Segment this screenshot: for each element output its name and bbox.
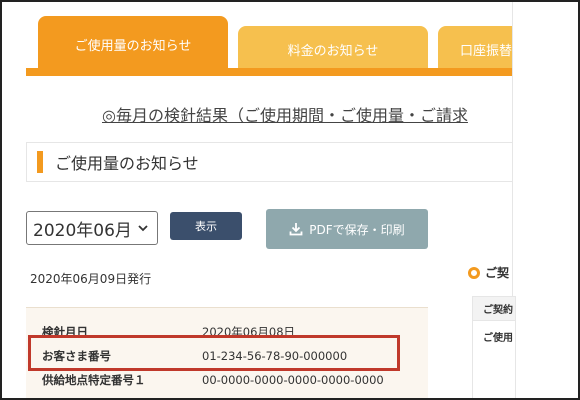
tab-usage-notice-label: ご使用量のお知らせ [74, 38, 192, 54]
show-button-label: 表示 [195, 220, 217, 233]
contract-panel-title: ご契 [468, 264, 509, 281]
contract-panel-title-text: ご契 [485, 266, 510, 280]
right-margin [512, 2, 578, 398]
customer-number-highlight [28, 335, 400, 371]
show-button[interactable]: 表示 [170, 212, 242, 240]
circle-marker-icon [468, 266, 480, 279]
chevron-down-icon [138, 221, 148, 235]
contract-panel: ご契 ご契約 ご使用 [468, 264, 516, 398]
monthly-results-link[interactable]: ◎毎月の検針結果（ご使用期間・ご使用量・ご請求 [102, 102, 522, 126]
tab-account-transfer-label: 口座振替 [460, 43, 513, 59]
pdf-save-print-button[interactable]: PDFで保存・印刷 [266, 209, 428, 249]
tab-charge-notice-label: 料金のお知らせ [287, 43, 379, 59]
info-value: 00-0000-0000-0000-0000-0000 [202, 373, 384, 387]
tab-bar: ご使用量のお知らせ 料金のお知らせ 口座振替 [26, 16, 538, 76]
contract-table: ご契約 ご使用 [472, 296, 516, 398]
tab-underline [26, 68, 516, 76]
pdf-button-label: PDFで保存・印刷 [309, 222, 405, 237]
page-frame: ご使用量のお知らせ 料金のお知らせ 口座振替 ◎毎月の検針結果（ご使用期間・ご使… [0, 0, 580, 400]
tab-usage-notice[interactable]: ご使用量のお知らせ [38, 16, 228, 72]
month-select[interactable]: 2020年06月 [26, 211, 158, 245]
monthly-results-link-text: ◎毎月の検針結果（ご使用期間・ご使用量・ご請求 [102, 106, 468, 125]
section-accent-bar [37, 151, 43, 173]
section-header: ご使用量のお知らせ [26, 142, 516, 182]
section-title: ご使用量のお知らせ [55, 154, 199, 173]
month-select-value: 2020年06月 [33, 220, 132, 241]
tab-charge-notice[interactable]: 料金のお知らせ [238, 26, 428, 72]
contract-table-row: ご使用 [483, 332, 513, 344]
download-icon [289, 222, 303, 236]
contract-table-header: ご契約 [473, 297, 515, 321]
info-row-supply-point: 供給地点特定番号１ 00-0000-0000-0000-0000-0000 [42, 370, 422, 390]
info-label: 供給地点特定番号１ [42, 373, 146, 387]
issued-date: 2020年06月09日発行 [30, 272, 152, 286]
